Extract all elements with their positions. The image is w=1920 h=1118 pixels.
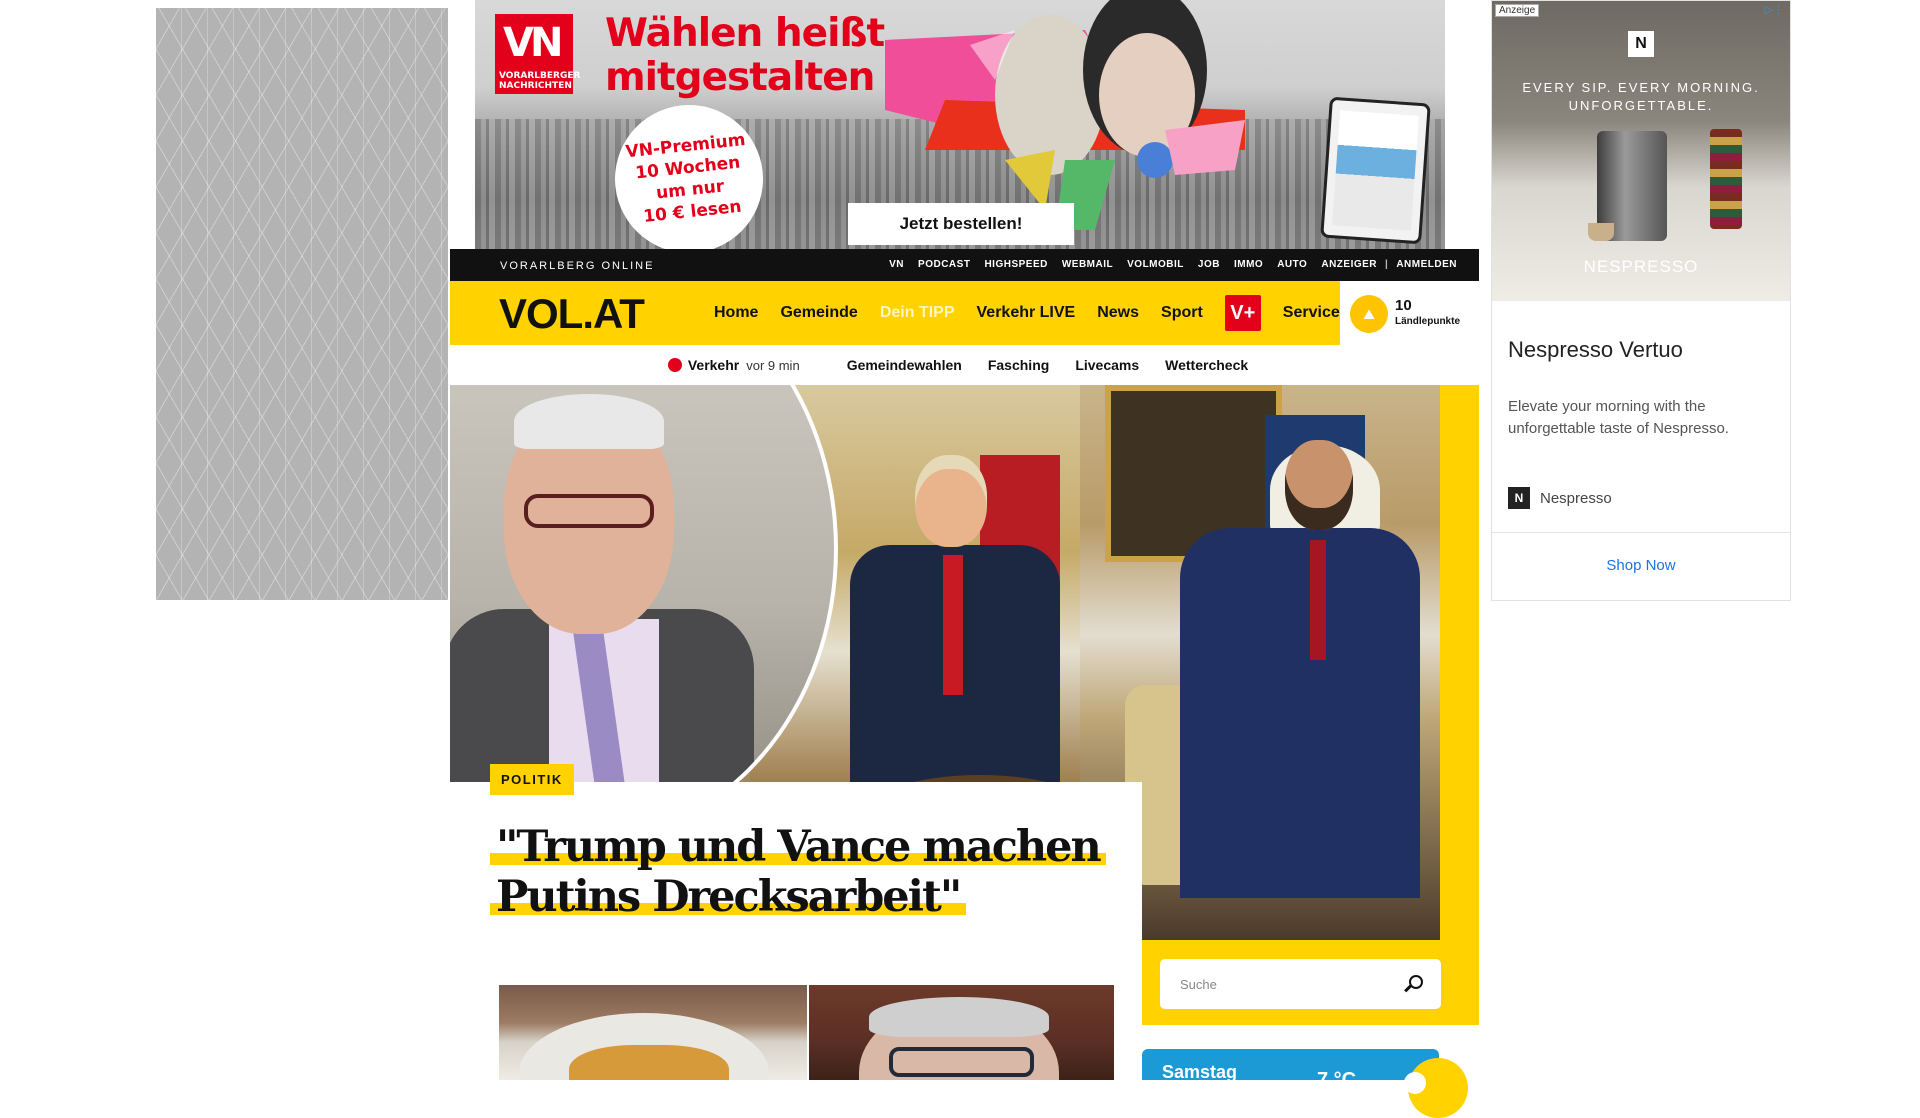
live-ticker-time: vor 9 min bbox=[746, 357, 800, 373]
topbar-link-vn[interactable]: VN bbox=[889, 259, 904, 270]
capsule-rack-image bbox=[1710, 129, 1742, 229]
category-badge[interactable]: POLITIK bbox=[490, 764, 574, 795]
ad-offer-text: VN-Premium 10 Wochen um nur 10 € lesen bbox=[624, 129, 747, 227]
live-dot-icon bbox=[667, 358, 682, 372]
nav-item-gemeinde[interactable]: Gemeinde bbox=[769, 304, 868, 322]
ad-title[interactable]: Nespresso Vertuo bbox=[1508, 337, 1683, 363]
ad-tablet-image bbox=[1320, 96, 1431, 245]
shop-now-button[interactable]: Shop Now bbox=[1492, 557, 1790, 574]
topbar-link-job[interactable]: JOB bbox=[1198, 259, 1220, 270]
coffee-cup-image bbox=[1588, 223, 1614, 241]
ad-slogan: EVERY SIP. EVERY MORNING. UNFORGETTABLE. bbox=[1522, 80, 1760, 113]
main-navigation: VOL.AT Home Gemeinde Dein TIPP Verkehr L… bbox=[450, 281, 1479, 345]
subnav-link-gemeindewahlen[interactable]: Gemeindewahlen bbox=[847, 357, 962, 373]
lead-article-title-text[interactable]: "Trump und Vance machen Putins Drecksarb… bbox=[490, 822, 1106, 922]
vn-logo-name: VORARLBERGER NACHRICHTEN bbox=[499, 71, 581, 91]
nav-item-sport[interactable]: Sport bbox=[1150, 304, 1214, 322]
topbar-link-volmobil[interactable]: VOLMOBIL bbox=[1127, 259, 1184, 270]
nav-item-dein-tipp[interactable]: Dein TIPP bbox=[869, 304, 966, 322]
subnav-link-fasching[interactable]: Fasching bbox=[988, 357, 1049, 373]
right-sidebar-ad[interactable]: N EVERY SIP. EVERY MORNING. UNFORGETTABL… bbox=[1491, 0, 1791, 601]
topbar-link-webmail[interactable]: WEBMAIL bbox=[1062, 259, 1113, 270]
lead-article[interactable]: POLITIK "Trump und Vance machen Putins D… bbox=[450, 764, 1142, 962]
advertiser-name: Nespresso bbox=[1540, 489, 1612, 507]
live-ticker-label: Verkehr bbox=[687, 357, 740, 373]
yellow-side-strip bbox=[1440, 385, 1479, 1025]
top-service-bar: VORARLBERG ONLINE VN PODCAST HIGHSPEED W… bbox=[450, 249, 1479, 281]
teaser-image-portrait[interactable] bbox=[809, 985, 1114, 1080]
vplus-button[interactable]: V+ bbox=[1224, 295, 1261, 331]
ad-order-button[interactable]: Jetzt bestellen! bbox=[848, 203, 1074, 245]
left-skyscraper-ad[interactable] bbox=[156, 8, 448, 600]
nav-item-service[interactable]: Service bbox=[1272, 304, 1351, 322]
nespresso-ad-image: N EVERY SIP. EVERY MORNING. UNFORGETTABL… bbox=[1492, 1, 1790, 301]
subnav-link-wettercheck[interactable]: Wettercheck bbox=[1165, 357, 1248, 373]
teaser-image-food[interactable] bbox=[499, 985, 807, 1080]
login-link[interactable]: ANMELDEN bbox=[1396, 259, 1457, 270]
weather-temperature: 7 °C bbox=[1317, 1069, 1357, 1080]
topbar-link-auto[interactable]: AUTO bbox=[1277, 259, 1307, 270]
mountain-coin-icon: ⛰ bbox=[1350, 295, 1388, 333]
adchoices-icon[interactable]: ▷⋮ bbox=[1765, 3, 1784, 16]
ad-advertiser[interactable]: N Nespresso bbox=[1508, 487, 1612, 509]
search-input[interactable] bbox=[1178, 975, 1403, 993]
weather-sun-icon bbox=[1404, 1058, 1468, 1118]
ad-divider bbox=[1492, 532, 1790, 533]
site-logo[interactable]: VOL.AT bbox=[499, 290, 645, 338]
main-nav-items: Home Gemeinde Dein TIPP Verkehr LIVE New… bbox=[703, 281, 1351, 345]
vn-logo: VN VORARLBERGER NACHRICHTEN bbox=[495, 14, 580, 94]
sub-navigation: Verkehr vor 9 min Gemeindewahlen Faschin… bbox=[450, 345, 1479, 385]
weather-widget[interactable]: Samstag 7 °C bbox=[1142, 1049, 1439, 1080]
subnav-link-livecams[interactable]: Livecams bbox=[1075, 357, 1139, 373]
ad-description: Elevate your morning with the unforgetta… bbox=[1508, 398, 1729, 437]
topbar-link-immo[interactable]: IMMO bbox=[1234, 259, 1263, 270]
nav-item-verkehr-live[interactable]: Verkehr LIVE bbox=[966, 304, 1087, 322]
advertiser-logo-icon: N bbox=[1508, 487, 1530, 509]
search-icon[interactable] bbox=[1403, 974, 1423, 994]
vn-logo-mark: VN bbox=[503, 20, 563, 66]
top-service-links: VN PODCAST HIGHSPEED WEBMAIL VOLMOBIL JO… bbox=[889, 259, 1457, 270]
topbar-link-podcast[interactable]: PODCAST bbox=[918, 259, 970, 270]
topbar-link-anzeiger[interactable]: ANZEIGER bbox=[1321, 259, 1377, 270]
live-ticker-verkehr[interactable]: Verkehr vor 9 min bbox=[667, 357, 800, 373]
topbar-link-highspeed[interactable]: HIGHSPEED bbox=[984, 259, 1047, 270]
nav-item-home[interactable]: Home bbox=[703, 304, 769, 322]
site-brand-tagline: VORARLBERG ONLINE bbox=[500, 260, 655, 272]
top-banner-ad[interactable]: VN VORARLBERGER NACHRICHTEN Wählen heißt… bbox=[475, 0, 1445, 249]
nav-item-news[interactable]: News bbox=[1086, 304, 1150, 322]
ad-label: Anzeige bbox=[1495, 4, 1540, 17]
laendlepunkte-widget[interactable]: ⛰ 10 Ländlepunkte bbox=[1340, 281, 1479, 345]
ad-headline: Wählen heißt mitgestalten bbox=[605, 11, 885, 100]
points-label: Ländlepunkte bbox=[1395, 316, 1461, 327]
nespresso-wordmark: NESPRESSO bbox=[1583, 257, 1699, 276]
points-value: 10 bbox=[1395, 297, 1412, 314]
lead-article-title[interactable]: "Trump und Vance machen Putins Drecksarb… bbox=[490, 822, 1110, 922]
search-box[interactable] bbox=[1160, 959, 1441, 1009]
topbar-separator: | bbox=[1385, 259, 1389, 270]
weather-day: Samstag bbox=[1162, 1062, 1238, 1080]
nespresso-logo-icon: N bbox=[1628, 31, 1654, 57]
